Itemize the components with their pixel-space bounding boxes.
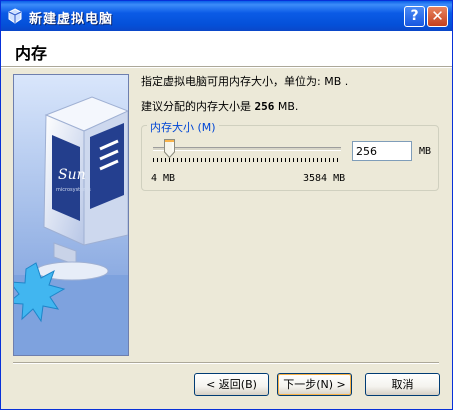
wizard-header: 内存 — [1, 31, 452, 66]
close-icon: ✕ — [431, 7, 444, 25]
close-button[interactable]: ✕ — [427, 6, 448, 27]
slider-max-label: 3584 MB — [303, 173, 346, 184]
recommended-value: 256 — [254, 100, 275, 113]
footer-divider — [13, 362, 439, 364]
memory-unit-label: MB — [419, 146, 432, 157]
slider-min-label: 4 MB — [151, 173, 176, 184]
next-button[interactable]: 下一步(N) > — [277, 373, 352, 396]
memory-size-input[interactable] — [352, 141, 412, 161]
help-icon: ? — [410, 8, 419, 24]
header-divider — [1, 66, 452, 68]
memory-size-label: 内存大小 (M) — [147, 119, 219, 135]
recommended-memory-text: 建议分配的内存大小是 256 MB. — [141, 98, 298, 114]
memory-slider-thumb[interactable] — [164, 139, 175, 159]
sun-logo-subtext: microsystems — [56, 187, 91, 193]
back-button[interactable]: < 返回(B) — [194, 373, 269, 396]
wizard-side-image: Sun microsystems — [13, 74, 129, 356]
help-button[interactable]: ? — [404, 6, 425, 27]
recommended-prefix: 建议分配的内存大小是 — [141, 100, 255, 113]
page-title: 内存 — [15, 44, 48, 63]
dialog-window: 新建虚拟电脑 ? ✕ 内存 Sun microsystems 指定虚拟电脑可用内… — [0, 0, 453, 410]
instruction-text: 指定虚拟电脑可用内存大小，单位为: MB . — [141, 75, 349, 88]
virtualbox-cube-illustration: Sun microsystems — [14, 75, 128, 355]
virtualbox-icon — [7, 8, 23, 24]
window-title: 新建虚拟电脑 — [29, 12, 114, 27]
memory-slider-ticks — [153, 158, 341, 162]
title-bar[interactable]: 新建虚拟电脑 ? ✕ — [1, 1, 452, 31]
recommended-suffix: MB. — [274, 100, 299, 113]
memory-slider-track[interactable] — [153, 147, 341, 151]
cancel-button[interactable]: 取消 — [365, 373, 440, 396]
sun-logo-text: Sun — [58, 167, 86, 183]
